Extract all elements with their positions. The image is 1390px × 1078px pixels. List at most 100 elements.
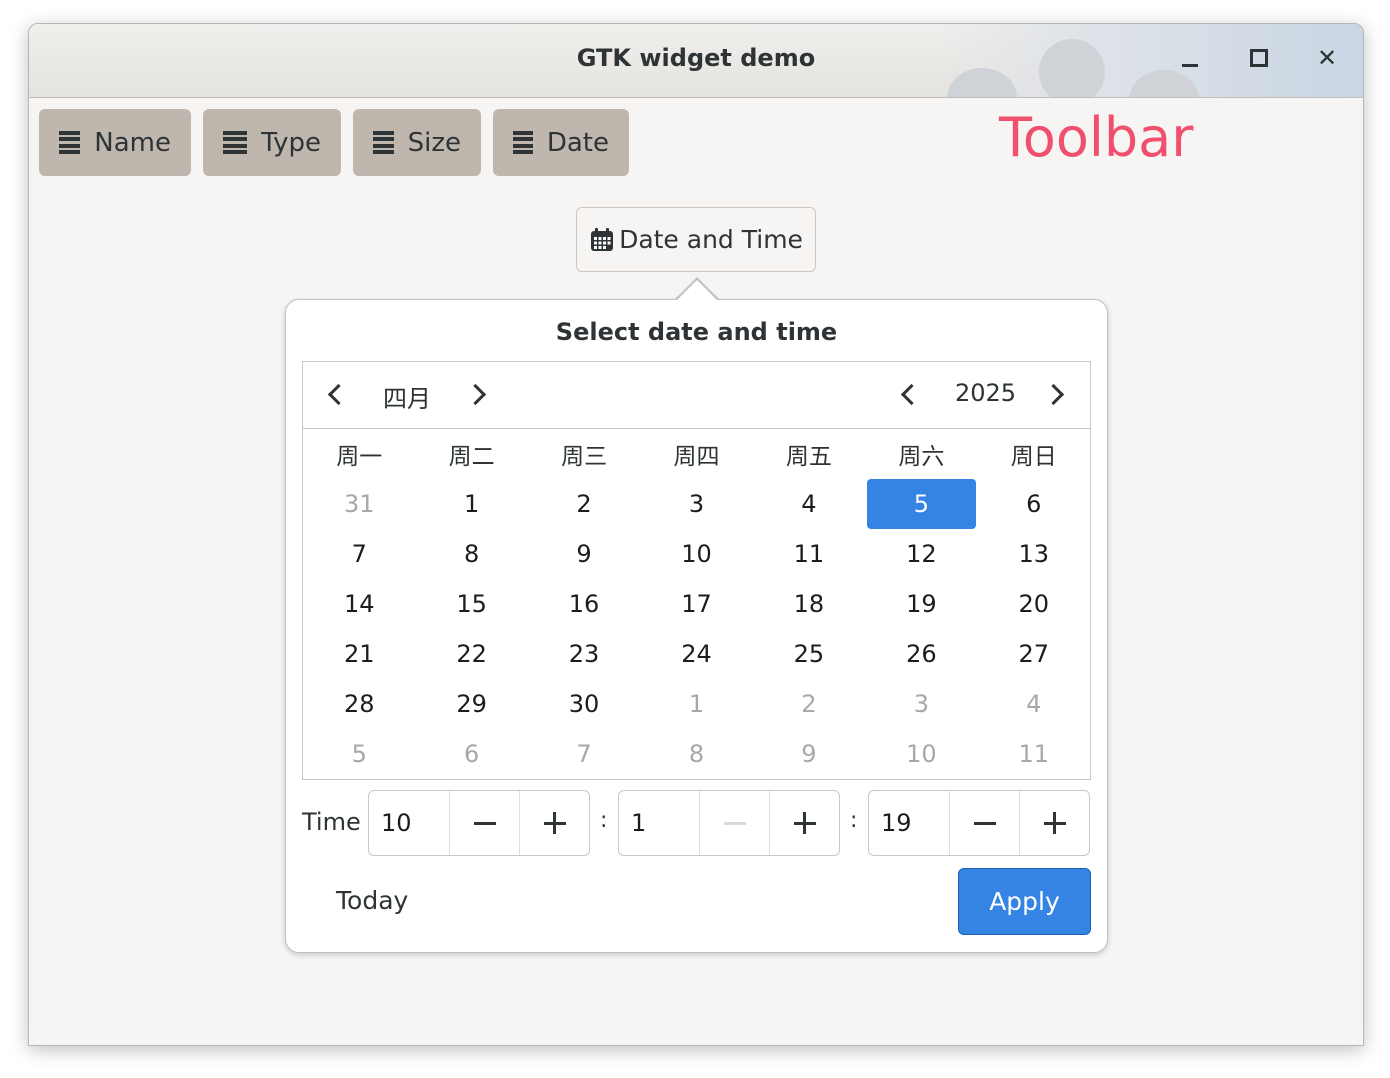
calendar-day[interactable]: 5 (305, 729, 413, 779)
plus-icon (1043, 812, 1066, 834)
minute-decrement-button[interactable] (700, 791, 769, 855)
calendar-day[interactable]: 9 (530, 529, 638, 579)
toolbar-date-button[interactable]: Date (493, 109, 629, 176)
weekday-label: 周二 (448, 444, 495, 470)
minute-spinbutton[interactable]: 1 (618, 790, 840, 856)
calendar-day[interactable]: 7 (305, 529, 413, 579)
calendar-day[interactable]: 6 (980, 479, 1088, 529)
window-title: GTK widget demo (576, 44, 816, 72)
calendar-day[interactable]: 3 (642, 479, 750, 529)
second-value[interactable]: 19 (869, 791, 951, 855)
minute-increment-button[interactable] (769, 791, 839, 855)
calendar-day[interactable]: 24 (642, 629, 750, 679)
next-year-button[interactable] (1041, 379, 1071, 409)
calendar-day[interactable]: 10 (867, 729, 975, 779)
calendar-icon (591, 227, 614, 251)
calendar-day[interactable]: 2 (755, 679, 863, 729)
calendar-day[interactable]: 20 (980, 579, 1088, 629)
calendar-day[interactable]: 23 (530, 629, 638, 679)
second-decrement-button[interactable] (950, 791, 1019, 855)
calendar-day[interactable]: 7 (530, 729, 638, 779)
time-label: Time (302, 808, 361, 836)
calendar-day[interactable]: 6 (417, 729, 525, 779)
app-window: GTK widget demo ✕ Name Type Size Date To… (28, 23, 1364, 1046)
weekday-label: 周一 (336, 444, 383, 470)
previous-month-button[interactable] (320, 379, 350, 409)
calendar-day[interactable]: 29 (417, 679, 525, 729)
calendar-day[interactable]: 12 (867, 529, 975, 579)
toolbar-name-button[interactable]: Name (39, 109, 191, 176)
calendar-day[interactable]: 4 (980, 679, 1088, 729)
minute-value[interactable]: 1 (619, 791, 701, 855)
calendar-day[interactable]: 14 (305, 579, 413, 629)
popover-arrow-fill (676, 280, 718, 301)
close-button[interactable]: ✕ (1311, 42, 1343, 74)
calendar-day[interactable]: 3 (867, 679, 975, 729)
toolbar-size-button[interactable]: Size (353, 109, 481, 176)
hour-spinbutton[interactable]: 10 (368, 790, 590, 856)
calendar-day[interactable]: 30 (530, 679, 638, 729)
chevron-right-icon (464, 383, 486, 405)
weekday-label: 周五 (785, 444, 832, 470)
chevron-left-icon (327, 383, 349, 405)
calendar-day[interactable]: 25 (755, 629, 863, 679)
calendar-day[interactable]: 11 (980, 729, 1088, 779)
date-time-button[interactable]: Date and Time (576, 207, 816, 272)
calendar-day[interactable]: 15 (417, 579, 525, 629)
calendar-day[interactable]: 13 (980, 529, 1088, 579)
date-time-button-label: Date and Time (619, 225, 803, 254)
second-spinbutton[interactable]: 19 (868, 790, 1090, 856)
list-icon (59, 130, 81, 155)
calendar-day-selected[interactable]: 5 (867, 479, 976, 529)
calendar-day[interactable]: 28 (305, 679, 413, 729)
calendar-day[interactable]: 1 (642, 679, 750, 729)
minimize-icon (1182, 63, 1198, 67)
chevron-left-icon (900, 383, 922, 405)
toolbar-button-label: Size (407, 127, 461, 158)
calendar-day[interactable]: 22 (417, 629, 525, 679)
second-increment-button[interactable] (1019, 791, 1089, 855)
calendar-day[interactable]: 2 (530, 479, 638, 529)
year-label: 2025 (955, 379, 1017, 407)
calendar-day[interactable]: 27 (980, 629, 1088, 679)
weekday-header: 周一 周二 周三 周四 周五 周六 周日 (303, 437, 1090, 477)
plus-icon (793, 812, 816, 834)
next-month-button[interactable] (463, 379, 493, 409)
plus-icon (543, 812, 566, 834)
time-separator: : (600, 808, 608, 833)
toolbar-overlay-label: Toolbar (999, 106, 1194, 169)
hour-value[interactable]: 10 (369, 791, 451, 855)
calendar-day[interactable]: 9 (755, 729, 863, 779)
calendar-day[interactable]: 8 (417, 529, 525, 579)
calendar-day[interactable]: 10 (642, 529, 750, 579)
hour-increment-button[interactable] (519, 791, 589, 855)
calendar-day[interactable]: 16 (530, 579, 638, 629)
calendar-week: 31 1 2 3 4 5 6 (303, 479, 1090, 529)
calendar-day[interactable]: 8 (642, 729, 750, 779)
calendar-header: 四月 2025 (303, 362, 1090, 429)
calendar-day[interactable]: 19 (867, 579, 975, 629)
maximize-icon (1250, 49, 1268, 67)
list-icon (513, 130, 533, 155)
today-button[interactable]: Today (336, 886, 408, 915)
calendar-week: 7 8 9 10 11 12 13 (303, 529, 1090, 579)
weekday-label: 周三 (561, 444, 608, 470)
hour-decrement-button[interactable] (450, 791, 519, 855)
minimize-button[interactable] (1174, 42, 1206, 74)
calendar-day[interactable]: 4 (755, 479, 863, 529)
calendar-day[interactable]: 18 (755, 579, 863, 629)
apply-button[interactable]: Apply (958, 868, 1091, 935)
toolbar-type-button[interactable]: Type (203, 109, 341, 176)
title-bar[interactable]: GTK widget demo ✕ (29, 24, 1363, 98)
calendar-day[interactable]: 31 (305, 479, 413, 529)
weekday-label: 周日 (1010, 444, 1057, 470)
maximize-button[interactable] (1243, 42, 1275, 74)
calendar-day[interactable]: 21 (305, 629, 413, 679)
calendar-day[interactable]: 26 (867, 629, 975, 679)
toolbar-button-label: Type (261, 127, 321, 158)
calendar-day[interactable]: 17 (642, 579, 750, 629)
calendar-day[interactable]: 11 (755, 529, 863, 579)
calendar-day[interactable]: 1 (417, 479, 525, 529)
previous-year-button[interactable] (893, 379, 923, 409)
time-row: Time 10 : 1 : 19 (302, 790, 1091, 858)
